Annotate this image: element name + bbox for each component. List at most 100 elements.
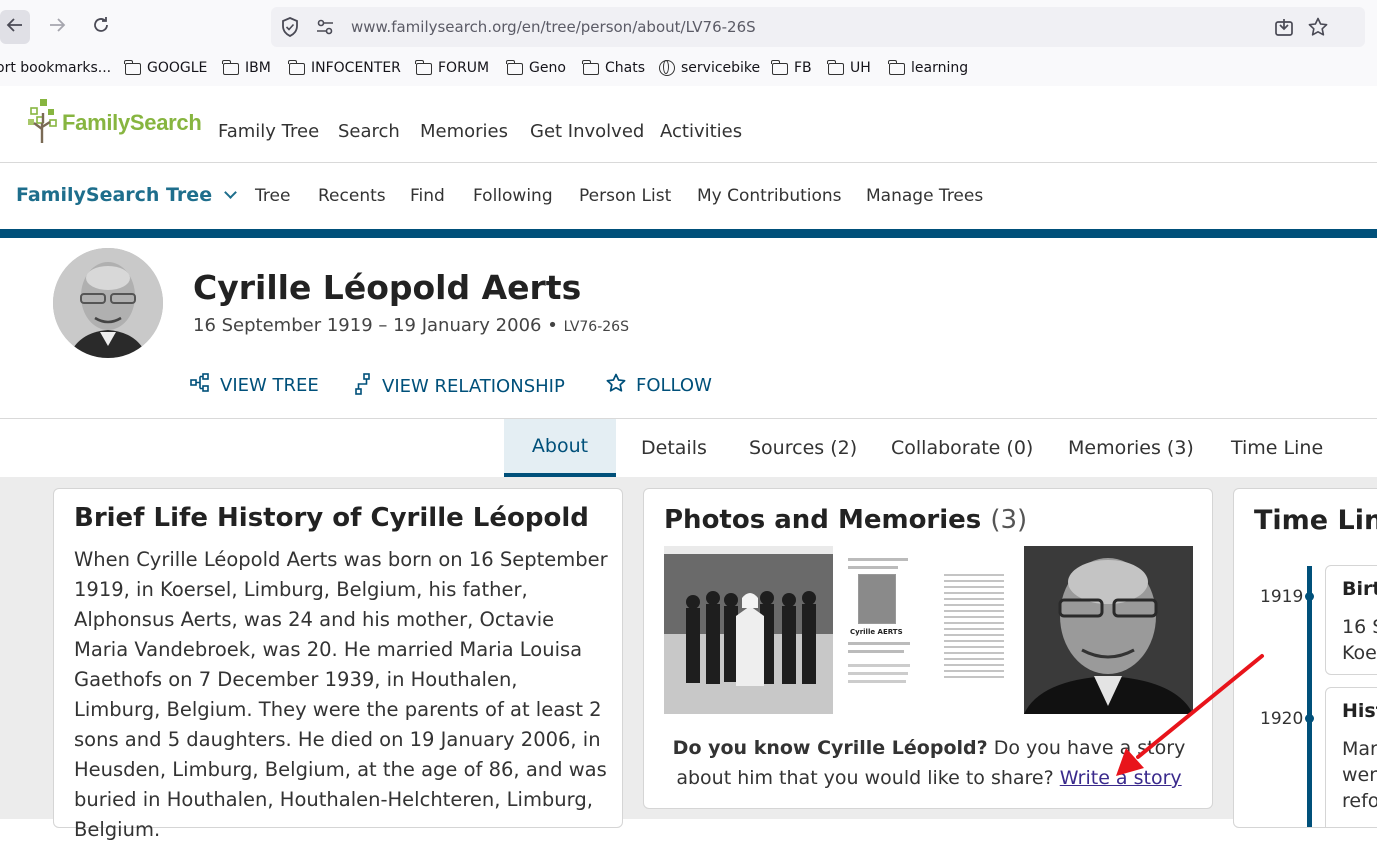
text-line	[848, 650, 904, 653]
bookmark-item[interactable]: ort bookmarks...	[0, 60, 111, 76]
life-history-text: When Cyrille Léopold Aerts was born on 1…	[74, 548, 608, 841]
url-path: /en/tree/person/about/LV76-26S	[516, 18, 756, 36]
folder-icon	[506, 60, 523, 75]
shield-icon[interactable]	[279, 16, 301, 38]
text-line	[848, 664, 910, 667]
memories-title: Photos and Memories (3)	[664, 505, 1027, 535]
follow-button[interactable]: FOLLOW	[606, 373, 712, 398]
subnav-my-contributions[interactable]: My Contributions	[697, 186, 842, 206]
tab-memories[interactable]: Memories (3)	[1068, 419, 1194, 477]
header-divider	[0, 229, 1377, 238]
memorial-portrait	[858, 574, 896, 624]
event-line: Mar	[1342, 738, 1377, 760]
url-bar[interactable]: www.familysearch.org/en/tree/person/abou…	[271, 7, 1365, 47]
view-tree-button[interactable]: VIEW TREE	[190, 373, 319, 398]
subnav-manage-trees[interactable]: Manage Trees	[866, 186, 983, 206]
memorial-poem	[944, 570, 1004, 682]
person-name: Cyrille Léopold Aerts	[193, 268, 582, 307]
reload-icon	[92, 15, 110, 39]
time-line-card: Time Line 1919 Birt 16 S Koe 1920 Hist M…	[1233, 488, 1377, 828]
bookmarks-bar: ort bookmarks... GOOGLE IBM INFOCENTER F…	[0, 56, 1377, 84]
familysearch-tree-menu[interactable]: FamilySearch Tree	[16, 184, 237, 206]
arrow-right-icon	[48, 15, 66, 39]
bookmark-folder-chats[interactable]: Chats	[582, 60, 646, 76]
subnav-brand-label: FamilySearch Tree	[16, 184, 213, 206]
write-story-link[interactable]: Write a story	[1060, 767, 1182, 789]
tab-time-line[interactable]: Time Line	[1231, 419, 1323, 477]
memories-title-text: Photos and Memories	[664, 505, 982, 535]
subnav-following[interactable]: Following	[473, 186, 553, 206]
bookmark-label: ort bookmarks...	[0, 60, 112, 76]
folder-icon	[222, 60, 239, 75]
nav-get-involved[interactable]: Get Involved	[530, 121, 644, 142]
familysearch-logo[interactable]: FamilySearch	[28, 99, 202, 147]
subnav-tree[interactable]: Tree	[255, 186, 290, 206]
nav-search[interactable]: Search	[338, 121, 400, 142]
subnav-find[interactable]: Find	[410, 186, 445, 206]
view-tree-label: VIEW TREE	[220, 375, 319, 396]
time-line-title: Time Line	[1254, 505, 1377, 536]
bookmark-folder-forum[interactable]: FORUM	[415, 60, 489, 76]
bookmark-folder-uh[interactable]: UH	[827, 60, 871, 76]
bookmark-label: Chats	[605, 60, 646, 76]
memory-portrait-photo[interactable]	[1024, 546, 1193, 714]
memorial-name: Cyrille AERTS	[850, 628, 903, 636]
url-text[interactable]: www.familysearch.org/en/tree/person/abou…	[351, 18, 756, 36]
bookmark-folder-geno[interactable]: Geno	[506, 60, 566, 76]
time-line-event-birth[interactable]: Birt 16 S Koe	[1325, 565, 1377, 675]
permissions-icon[interactable]	[314, 16, 336, 38]
memories-count: (3)	[990, 505, 1028, 535]
person-portrait[interactable]	[53, 248, 163, 358]
subnav-person-list[interactable]: Person List	[579, 186, 671, 206]
person-id: LV76-26S	[563, 319, 629, 335]
bookmark-servicebike[interactable]: servicebike	[659, 60, 760, 76]
globe-icon	[659, 60, 675, 76]
nav-activities[interactable]: Activities	[660, 121, 742, 142]
url-host: www.familysearch.org	[351, 18, 517, 36]
event-line: 16 S	[1342, 616, 1377, 638]
nav-family-tree[interactable]: Family Tree	[218, 121, 319, 142]
relationship-icon	[354, 373, 372, 400]
tab-details[interactable]: Details	[641, 419, 707, 477]
site-header: FamilySearch Family Tree Search Memories…	[0, 86, 1377, 163]
bookmark-star-icon[interactable]	[1307, 16, 1329, 38]
life-history-title: Brief Life History of Cyrille Léopold	[74, 503, 589, 533]
bookmark-folder-google[interactable]: GOOGLE	[124, 60, 207, 76]
back-button[interactable]	[0, 10, 30, 44]
memory-memorial-card[interactable]: Cyrille AERTS	[836, 546, 1020, 714]
prompt-question: Do you know Cyrille Léopold?	[672, 737, 988, 759]
person-header: Cyrille Léopold Aerts 16 September 1919 …	[0, 238, 1377, 419]
bookmark-folder-infocenter[interactable]: INFOCENTER	[288, 60, 401, 76]
time-line-dot	[1305, 714, 1314, 723]
event-line: wer	[1342, 764, 1377, 786]
arrow-left-icon	[6, 15, 24, 39]
life-history-card: Brief Life History of Cyrille Léopold Wh…	[53, 488, 623, 841]
view-relationship-button[interactable]: VIEW RELATIONSHIP	[354, 373, 565, 400]
follow-label: FOLLOW	[636, 375, 712, 396]
forward-button[interactable]	[40, 10, 74, 44]
folder-icon	[288, 60, 305, 75]
folder-icon	[124, 60, 141, 75]
event-title: Hist	[1342, 700, 1377, 722]
tab-about[interactable]: About	[504, 419, 616, 477]
time-line-event-history[interactable]: Hist Mar wer refo	[1325, 687, 1377, 827]
time-line-year: 1919	[1260, 587, 1304, 607]
star-icon	[606, 373, 626, 398]
bookmark-label: FB	[794, 60, 812, 76]
bookmark-folder-fb[interactable]: FB	[771, 60, 812, 76]
tab-collaborate[interactable]: Collaborate (0)	[891, 419, 1033, 477]
text-line	[848, 558, 908, 561]
reload-button[interactable]	[84, 10, 118, 44]
bookmark-folder-learning[interactable]: learning	[888, 60, 968, 76]
download-page-icon[interactable]	[1273, 16, 1295, 38]
bookmark-folder-ibm[interactable]: IBM	[222, 60, 271, 76]
text-line	[848, 642, 910, 645]
folder-icon	[771, 60, 788, 75]
time-line-dot	[1305, 592, 1314, 601]
chevron-down-icon	[224, 186, 237, 199]
bookmark-label: UH	[850, 60, 871, 76]
subnav-recents[interactable]: Recents	[318, 186, 386, 206]
nav-memories[interactable]: Memories	[420, 121, 508, 142]
memory-photo-group[interactable]	[664, 546, 833, 714]
tab-sources[interactable]: Sources (2)	[749, 419, 857, 477]
